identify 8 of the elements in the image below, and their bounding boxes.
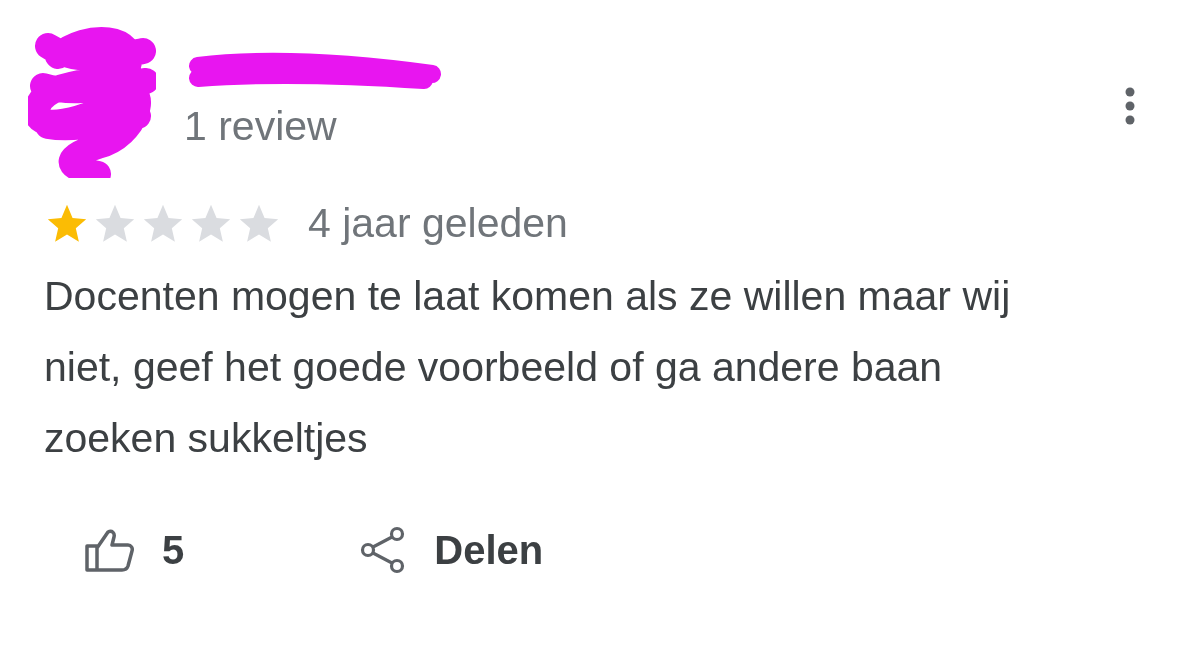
review-count: 1 review <box>184 104 338 148</box>
share-button[interactable]: Delen <box>360 526 544 574</box>
share-icon <box>360 526 407 574</box>
review-time: 4 jaar geleden <box>308 200 568 247</box>
review-text: Docenten mogen te laat komen als ze willen maar wij niet, geef het goede voorbeeld of ga andere baan zoeken sukkeltjes <box>44 272 1012 463</box>
thumbs-up-icon <box>84 528 134 572</box>
more-options-icon[interactable] <box>1124 86 1136 126</box>
like-button[interactable]: 5 <box>84 527 185 573</box>
